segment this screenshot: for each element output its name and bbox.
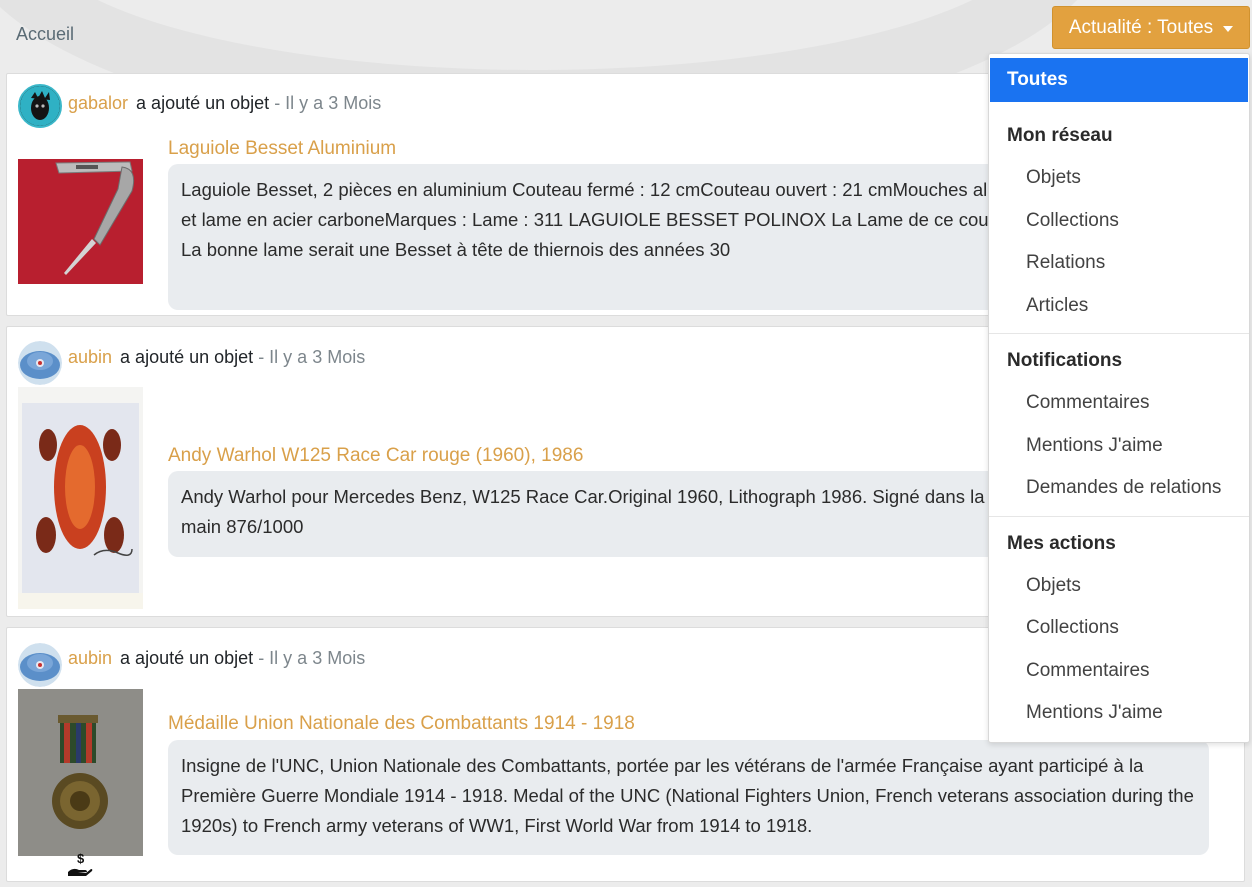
object-thumbnail[interactable] [18, 387, 143, 609]
object-title-link[interactable]: Andy Warhol W125 Race Car rouge (1960), … [168, 445, 583, 467]
news-filter-dropdown-button[interactable]: Actualité : Toutes [1052, 6, 1250, 49]
menu-item-notif-likes[interactable]: Mentions J'aime [989, 425, 1249, 468]
object-title-link[interactable]: Médaille Union Nationale des Combattants… [168, 713, 635, 735]
user-avatar[interactable] [18, 341, 62, 385]
menu-divider [989, 515, 1249, 517]
menu-item-network-articles[interactable]: Articles [989, 285, 1249, 328]
object-description: Insigne de l'UNC, Union Nationale des Co… [168, 740, 1209, 855]
svg-text:$: $ [77, 852, 85, 866]
menu-item-network-collections[interactable]: Collections [989, 200, 1249, 243]
activity-action: a ajouté un objet [136, 93, 270, 113]
menu-item-network-relations[interactable]: Relations [989, 242, 1249, 285]
news-filter-menu: Toutes Mon réseau Objets Collections Rel… [988, 53, 1250, 743]
activity-action: a ajouté un objet [120, 347, 254, 367]
activity-line: gabalor a ajouté un objet - Il y a 3 Mois [68, 93, 381, 114]
menu-divider [989, 333, 1249, 334]
menu-item-my-collections[interactable]: Collections [989, 607, 1249, 650]
activity-line: aubin a ajouté un objet - Il y a 3 Mois [68, 347, 365, 368]
menu-item-my-likes[interactable]: Mentions J'aime [989, 692, 1249, 735]
activity-time: - Il y a 3 Mois [258, 347, 366, 367]
activity-time: - Il y a 3 Mois [258, 648, 366, 668]
menu-item-my-comments[interactable]: Commentaires [989, 650, 1249, 693]
object-title-link[interactable]: Laguiole Besset Aluminium [168, 138, 396, 160]
author-link[interactable]: gabalor [68, 93, 128, 113]
breadcrumb-home[interactable]: Accueil [16, 24, 74, 45]
menu-header-notifications: Notifications [1007, 350, 1123, 371]
menu-item-my-objects[interactable]: Objets [989, 565, 1249, 608]
author-link[interactable]: aubin [68, 347, 112, 367]
caret-down-icon [1223, 25, 1234, 32]
user-avatar[interactable] [18, 643, 62, 687]
menu-item-network-objects[interactable]: Objets [989, 157, 1249, 200]
activity-time: - Il y a 3 Mois [274, 93, 382, 113]
object-thumbnail[interactable] [18, 159, 143, 284]
object-thumbnail[interactable] [18, 689, 143, 856]
menu-item-notif-relation-requests[interactable]: Demandes de relations [989, 467, 1249, 510]
activity-action: a ajouté un objet [120, 648, 254, 668]
menu-header-network: Mon réseau [1007, 125, 1113, 146]
activity-line: aubin a ajouté un objet - Il y a 3 Mois [68, 648, 365, 669]
filter-label: Actualité : Toutes [1068, 16, 1214, 38]
money-hand-icon: $ [66, 851, 94, 878]
menu-item-notif-comments[interactable]: Commentaires [989, 382, 1249, 425]
menu-header-my-actions: Mes actions [1007, 532, 1116, 554]
user-avatar[interactable] [18, 84, 62, 128]
author-link[interactable]: aubin [68, 648, 112, 668]
menu-item-all[interactable]: Toutes [990, 58, 1248, 102]
